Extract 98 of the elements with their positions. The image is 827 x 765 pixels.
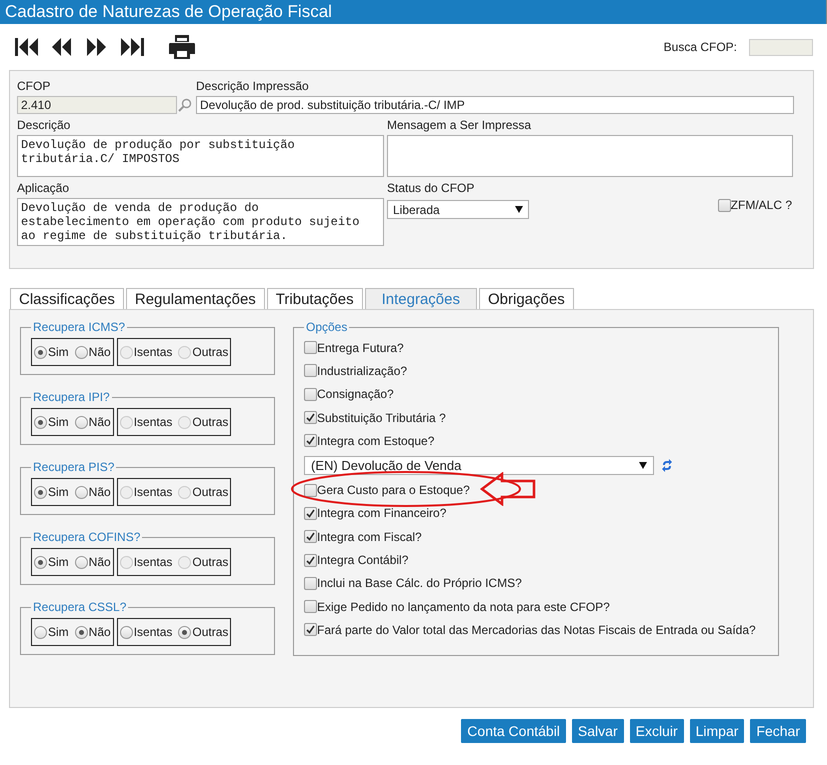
status-dropdown[interactable]: Liberada <box>387 200 529 219</box>
checkbox[interactable] <box>304 411 317 424</box>
refresh-icon[interactable] <box>661 458 673 473</box>
radio-button[interactable] <box>74 346 88 358</box>
pointer-arrow <box>480 472 536 506</box>
checkbox[interactable] <box>304 623 317 636</box>
field-label: Descrição <box>17 117 72 133</box>
group-legend: Recupera CSSL? <box>31 600 128 614</box>
checkbox[interactable] <box>304 434 317 448</box>
radio-label: Isentas <box>134 555 172 569</box>
field-label: Descrição Impressão <box>196 78 310 94</box>
search-icon[interactable] <box>178 98 192 112</box>
search-field[interactable] <box>749 38 813 56</box>
group-legend: Recupera PIS? <box>31 460 116 474</box>
action-button[interactable]: Excluir <box>630 719 684 743</box>
radio-label: Não <box>88 485 111 499</box>
action-button[interactable]: Limpar <box>690 719 744 743</box>
radio-button[interactable] <box>34 556 47 568</box>
checkbox-label: Exige Pedido no lançamento da nota para este CFOP? <box>317 600 610 614</box>
radio-label: Outras <box>192 415 228 429</box>
checkbox-label: Integra Contábil? <box>317 553 408 568</box>
search-label: Busca CFOP: <box>664 40 737 54</box>
radio-button[interactable] <box>34 626 47 638</box>
radio-button[interactable] <box>74 416 88 428</box>
checkbox-label: Entrega Futura? <box>317 340 404 355</box>
caret-icon <box>515 206 523 213</box>
application-field[interactable]: Devolução de venda de produção do estabelecimento em operação com produto sujeito ao regime de substituição tributária. <box>17 198 384 246</box>
radio-button[interactable] <box>74 486 88 498</box>
first-icon[interactable] <box>14 37 41 57</box>
print-description-field[interactable]: Devolução de prod. substituição tributária.-C/ IMP <box>196 96 794 114</box>
group-legend: Recupera COFINS? <box>31 530 142 544</box>
checkbox[interactable] <box>304 484 317 497</box>
radio-button[interactable] <box>178 626 192 638</box>
radio-label: Sim <box>48 345 69 359</box>
tab[interactable]: Obrigações <box>479 288 574 309</box>
radio-button[interactable] <box>120 626 133 638</box>
radio-label: Não <box>88 555 111 569</box>
checkbox[interactable] <box>304 600 317 614</box>
tab[interactable]: Regulamentações <box>126 288 265 309</box>
field-label: Aplicação <box>17 180 70 196</box>
radio-button[interactable] <box>34 416 47 428</box>
field-label: Mensagem a Ser Impressa <box>387 117 532 133</box>
checkbox[interactable] <box>304 364 317 378</box>
print-icon[interactable] <box>168 34 196 60</box>
checkbox[interactable] <box>304 388 317 401</box>
radio-button[interactable] <box>34 346 47 358</box>
radio-label: Outras <box>192 345 228 359</box>
group-legend: Recupera ICMS? <box>31 320 128 334</box>
checkbox[interactable] <box>718 198 731 212</box>
action-button[interactable]: Salvar <box>572 719 624 743</box>
checkbox-label: Consignação? <box>317 387 394 402</box>
field-label: Status do CFOP <box>387 180 476 196</box>
radio-label: Isentas <box>134 485 172 499</box>
group-legend: Recupera IPI? <box>31 390 112 404</box>
stock-operation-dropdown[interactable]: (EN) Devolução de Venda <box>304 456 654 475</box>
radio-button[interactable] <box>34 486 47 498</box>
radio-label: Outras <box>192 555 228 569</box>
action-button[interactable]: Fechar <box>750 719 806 743</box>
checkbox[interactable] <box>304 554 317 567</box>
checkbox-label: Fará parte do Valor total das Mercadorias das Notas Fiscais de Entrada ou Saída? <box>317 622 756 637</box>
radio-label: Isentas <box>134 625 172 639</box>
checkbox-label: Gera Custo para o Estoque? <box>317 483 470 498</box>
radio-label: Sim <box>48 555 69 569</box>
action-button[interactable]: Conta Contábil <box>461 719 566 743</box>
checkbox-label: Inclui na Base Cálc. do Próprio ICMS? <box>317 576 522 590</box>
radio-label: Isentas <box>134 345 172 359</box>
radio-label: Outras <box>192 625 228 639</box>
radio-label: Sim <box>48 485 69 499</box>
radio-label: Não <box>88 345 111 359</box>
checkbox[interactable] <box>304 341 317 354</box>
group-legend: Opções <box>304 320 350 334</box>
caret-icon <box>639 462 647 469</box>
last-icon[interactable] <box>119 37 146 57</box>
checkbox-label: Industrialização? <box>317 364 408 378</box>
field-label: CFOP <box>17 78 52 94</box>
radio-label: Não <box>88 415 111 429</box>
radio-label: Não <box>88 625 111 639</box>
checkbox[interactable] <box>304 506 317 520</box>
message-field[interactable] <box>387 135 793 177</box>
tab[interactable]: Classificações <box>10 288 124 309</box>
radio-label: Sim <box>48 625 69 639</box>
window-title: Cadastro de Naturezas de Operação Fiscal <box>0 0 827 24</box>
radio-label: Isentas <box>134 415 172 429</box>
checkbox-label: Integra com Financeiro? <box>317 506 446 520</box>
radio-button[interactable] <box>74 626 88 638</box>
description-field[interactable]: Devolução de produção por substituição tributária.C/ IMPOSTOS <box>17 135 384 177</box>
checkbox[interactable] <box>304 530 317 544</box>
checkbox-label: Integra com Estoque? <box>317 434 434 448</box>
radio-label: Outras <box>192 485 228 499</box>
radio-label: Sim <box>48 415 69 429</box>
tab[interactable]: Tributações <box>266 288 363 309</box>
checkbox-label: ZFM/ALC ? <box>730 198 792 212</box>
checkbox-label: Substituição Tributária ? <box>317 410 446 425</box>
cfop-field[interactable]: 2.410 <box>17 96 177 114</box>
tab[interactable]: Integrações <box>364 288 477 309</box>
checkbox[interactable] <box>304 576 317 590</box>
checkbox-label: Integra com Fiscal? <box>317 530 422 544</box>
radio-button[interactable] <box>74 556 88 568</box>
